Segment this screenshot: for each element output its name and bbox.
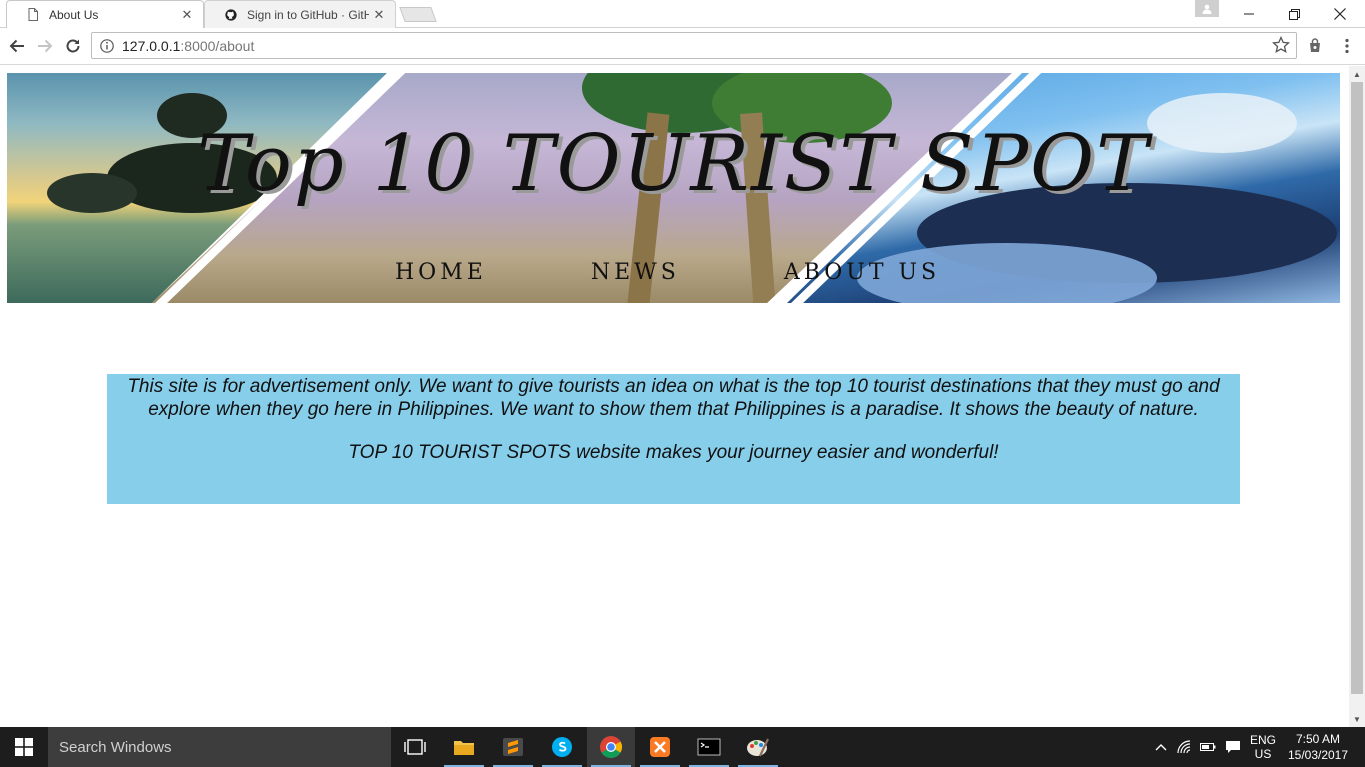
profile-icon[interactable]: [1195, 0, 1219, 17]
task-view-icon[interactable]: [391, 727, 439, 767]
minimize-icon[interactable]: [1226, 0, 1272, 28]
language-region: US: [1254, 747, 1272, 761]
about-description: This site is for advertisement only. We …: [127, 376, 1220, 420]
github-icon: [225, 8, 237, 22]
tab-strip: About Us ✕ Sign in to GitHub · GitHub ✕: [0, 0, 1365, 28]
address-bar[interactable]: 127.0.0.1:8000/about: [91, 32, 1297, 59]
skype-icon[interactable]: [538, 727, 586, 767]
nav-news-link[interactable]: NEWS: [591, 260, 680, 285]
scroll-up-icon[interactable]: ▲: [1349, 66, 1365, 82]
wifi-icon[interactable]: [1174, 727, 1196, 767]
file-explorer-icon[interactable]: [440, 727, 488, 767]
back-icon[interactable]: [6, 35, 28, 57]
xampp-icon[interactable]: [636, 727, 684, 767]
url-host: 127.0.0.1: [122, 37, 181, 54]
tab-title: Sign in to GitHub · GitHub: [247, 7, 369, 22]
chevron-up-icon[interactable]: [1150, 727, 1172, 767]
chrome-icon[interactable]: [587, 727, 635, 767]
sublime-text-icon[interactable]: [489, 727, 537, 767]
extension-icon[interactable]: [1304, 35, 1326, 57]
clock[interactable]: 7:50 AM 15/03/2017: [1284, 727, 1352, 767]
about-section: This site is for advertisement only. We …: [107, 374, 1240, 504]
command-prompt-icon[interactable]: [685, 727, 733, 767]
language-code: ENG: [1249, 733, 1276, 747]
bookmark-star-icon[interactable]: [1271, 35, 1291, 54]
taskbar-search-input[interactable]: Search Windows: [48, 727, 391, 767]
nav-home-link[interactable]: HOME: [395, 260, 487, 285]
about-tagline: TOP 10 TOURIST SPOTS website makes your …: [348, 442, 999, 463]
paint-icon[interactable]: [734, 727, 782, 767]
clock-date: 15/03/2017: [1287, 748, 1349, 762]
windows-start-icon[interactable]: [0, 727, 48, 767]
info-icon[interactable]: [92, 38, 122, 53]
tab-github[interactable]: Sign in to GitHub · GitHub ✕: [204, 0, 396, 28]
restore-icon[interactable]: [1271, 0, 1317, 28]
close-window-icon[interactable]: [1317, 0, 1363, 28]
menu-icon[interactable]: [1336, 35, 1358, 57]
scroll-down-icon[interactable]: ▼: [1349, 711, 1365, 727]
site-title: Top 10 TOURIST SPOT: [196, 119, 1151, 209]
tab-title: About Us: [49, 7, 99, 22]
browser-toolbar: 127.0.0.1:8000/about: [0, 28, 1365, 65]
close-icon[interactable]: ✕: [369, 7, 389, 23]
scrollbar-thumb[interactable]: [1351, 82, 1363, 694]
page-viewport: Top 10 TOURIST SPOT HOME NEWS ABOUT US T…: [0, 66, 1349, 727]
page-icon: [27, 8, 39, 22]
notifications-icon[interactable]: [1221, 727, 1245, 767]
battery-icon[interactable]: [1197, 727, 1219, 767]
main-nav: HOME NEWS ABOUT US: [395, 260, 940, 285]
tab-about-us[interactable]: About Us ✕: [6, 0, 204, 28]
windows-taskbar: Search Windows ENG US 7:50 AM 15/03/2017: [0, 727, 1365, 767]
nav-about-us-link[interactable]: ABOUT US: [784, 260, 940, 285]
url-path: :8000/about: [180, 37, 255, 54]
forward-icon[interactable]: [34, 35, 56, 57]
new-tab-button[interactable]: [399, 7, 437, 22]
header-banner: Top 10 TOURIST SPOT HOME NEWS ABOUT US: [7, 73, 1340, 303]
clock-time: 7:50 AM: [1295, 732, 1341, 746]
vertical-scrollbar[interactable]: ▲ ▼: [1349, 66, 1365, 727]
language-indicator[interactable]: ENG US: [1246, 727, 1280, 767]
reload-icon[interactable]: [62, 35, 84, 57]
close-icon[interactable]: ✕: [177, 7, 197, 23]
